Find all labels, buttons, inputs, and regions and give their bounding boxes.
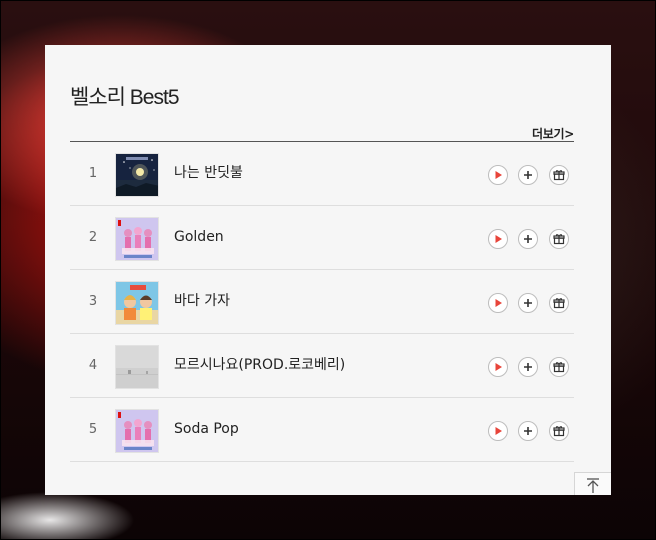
album-art-pink-group[interactable] xyxy=(115,409,159,453)
add-button[interactable] xyxy=(518,165,538,185)
gift-icon xyxy=(553,170,565,181)
gift-button[interactable] xyxy=(549,293,569,313)
rank-number: 4 xyxy=(88,358,98,373)
song-title[interactable]: Soda Pop xyxy=(174,398,239,461)
song-row: 1 나는 반딧불 xyxy=(70,142,574,206)
add-button[interactable] xyxy=(518,293,538,313)
song-row: 5 Soda Pop xyxy=(70,398,574,462)
play-icon xyxy=(495,171,502,179)
album-art-night-sky[interactable] xyxy=(115,153,159,197)
more-link[interactable]: 더보기> xyxy=(532,125,574,142)
gift-icon xyxy=(553,234,565,245)
album-art-beach-duo[interactable] xyxy=(115,281,159,325)
add-button[interactable] xyxy=(518,229,538,249)
song-title[interactable]: 모르시나요(PROD.로코베리) xyxy=(174,334,345,397)
scroll-to-top-button[interactable] xyxy=(574,472,611,495)
play-button[interactable] xyxy=(488,421,508,441)
song-row: 3 바다 가자 xyxy=(70,270,574,334)
gift-button[interactable] xyxy=(549,421,569,441)
gift-button[interactable] xyxy=(549,229,569,249)
ringtone-best5-widget: 벨소리 Best5 더보기> 1 나는 반딧불 2 Golden 3 바다 가자… xyxy=(45,45,611,495)
rank-number: 5 xyxy=(88,422,98,437)
play-icon xyxy=(495,363,502,371)
add-button[interactable] xyxy=(518,357,538,377)
play-button[interactable] xyxy=(488,229,508,249)
plus-icon xyxy=(524,235,532,243)
add-button[interactable] xyxy=(518,421,538,441)
play-icon xyxy=(495,235,502,243)
plus-icon xyxy=(524,363,532,371)
play-button[interactable] xyxy=(488,357,508,377)
play-icon xyxy=(495,427,502,435)
album-art-misty-landscape[interactable] xyxy=(115,345,159,389)
scroll-to-top-icon xyxy=(587,478,599,493)
rank-number: 1 xyxy=(88,166,98,181)
song-title[interactable]: 바다 가자 xyxy=(174,270,230,333)
gift-button[interactable] xyxy=(549,357,569,377)
play-button[interactable] xyxy=(488,165,508,185)
rank-number: 2 xyxy=(88,230,98,245)
widget-title: 벨소리 Best5 xyxy=(70,86,179,109)
album-art-pink-group[interactable] xyxy=(115,217,159,261)
plus-icon xyxy=(524,427,532,435)
song-row: 2 Golden xyxy=(70,206,574,270)
song-row: 4 모르시나요(PROD.로코베리) xyxy=(70,334,574,398)
play-button[interactable] xyxy=(488,293,508,313)
song-title[interactable]: Golden xyxy=(174,206,224,269)
song-list: 1 나는 반딧불 2 Golden 3 바다 가자 4 모르시나요(PROD.로… xyxy=(70,142,574,462)
gift-button[interactable] xyxy=(549,165,569,185)
gift-icon xyxy=(553,426,565,437)
play-icon xyxy=(495,299,502,307)
rank-number: 3 xyxy=(88,294,98,309)
song-title[interactable]: 나는 반딧불 xyxy=(174,142,243,205)
plus-icon xyxy=(524,299,532,307)
plus-icon xyxy=(524,171,532,179)
gift-icon xyxy=(553,362,565,373)
gift-icon xyxy=(553,298,565,309)
